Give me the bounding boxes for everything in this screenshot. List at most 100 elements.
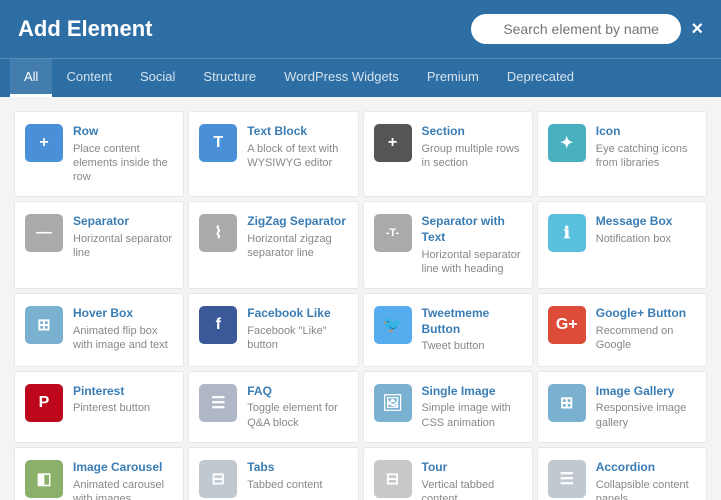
element-text-tweetmeme-button: Tweetmeme Button Tweet button [422, 306, 522, 353]
element-item-google-plus-button[interactable]: G+ Google+ Button Recommend on Google [537, 293, 707, 366]
tab-social[interactable]: Social [126, 59, 189, 97]
element-desc-pinterest: Pinterest button [73, 401, 173, 415]
element-desc-single-image: Simple image with CSS animation [422, 401, 522, 430]
element-name-separator: Separator [73, 214, 173, 230]
element-desc-tabs: Tabbed content [247, 478, 347, 492]
element-desc-facebook-like: Facebook "Like" button [247, 324, 347, 353]
element-name-google-plus-button: Google+ Button [596, 306, 696, 322]
element-icon-section: + [374, 124, 412, 162]
element-icon-facebook-like: f [199, 306, 237, 344]
element-name-tour: Tour [422, 460, 522, 476]
element-desc-zigzag-separator: Horizontal zigzag separator line [247, 232, 347, 261]
element-text-message-box: Message BoxNotification box [596, 214, 696, 246]
element-text-separator: SeparatorHorizontal separator line [73, 214, 173, 260]
tab-all[interactable]: All [10, 59, 52, 97]
element-text-faq: FAQToggle element for Q&A block [247, 384, 347, 430]
element-name-icon: Icon [596, 124, 696, 140]
header-right: 🔍 × [471, 14, 703, 44]
element-item-faq[interactable]: ☰ FAQToggle element for Q&A block [188, 371, 358, 443]
element-icon-faq: ☰ [199, 384, 237, 422]
modal-header: Add Element 🔍 × [0, 0, 721, 58]
element-icon-separator: — [25, 214, 63, 252]
element-item-section[interactable]: +SectionGroup multiple rows in section [363, 111, 533, 197]
element-name-single-image: Single Image [422, 384, 522, 400]
element-desc-icon: Eye catching icons from libraries [596, 142, 696, 171]
tab-premium[interactable]: Premium [413, 59, 493, 97]
element-item-separator-with-text[interactable]: -T- Separator with Text Horizontal separat… [363, 201, 533, 289]
element-text-separator-with-text: Separator with Text Horizontal separator … [422, 214, 522, 276]
elements-grid: + RowPlace content elements inside the ro… [12, 109, 709, 500]
element-text-text-block: Text BlockA block of text with WYSIWYG e… [247, 124, 347, 170]
element-icon-text-block: T [199, 124, 237, 162]
element-item-row[interactable]: + RowPlace content elements inside the ro… [14, 111, 184, 197]
element-text-google-plus-button: Google+ Button Recommend on Google [596, 306, 696, 352]
element-name-image-carousel: Image Carousel [73, 460, 173, 476]
element-icon-hover-box: ⊞ [25, 306, 63, 344]
tab-content[interactable]: Content [52, 59, 126, 97]
element-icon-tabs: ⊟ [199, 460, 237, 498]
tab-structure[interactable]: Structure [189, 59, 270, 97]
element-desc-google-plus-button: Recommend on Google [596, 324, 696, 353]
element-item-message-box[interactable]: ℹMessage BoxNotification box [537, 201, 707, 289]
element-text-row: RowPlace content elements inside the row [73, 124, 173, 184]
element-text-pinterest: PinterestPinterest button [73, 384, 173, 416]
element-text-image-carousel: Image CarouselAnimated carousel with ima… [73, 460, 173, 500]
add-element-modal: Add Element 🔍 × All Content Social Struc… [0, 0, 721, 500]
element-text-zigzag-separator: ZigZag Separator Horizontal zigzag separa… [247, 214, 347, 260]
element-icon-accordion: ☰ [548, 460, 586, 498]
element-icon-single-image: 🖼 [374, 384, 412, 422]
element-item-separator[interactable]: — SeparatorHorizontal separator line [14, 201, 184, 289]
element-name-facebook-like: Facebook Like [247, 306, 347, 322]
element-item-image-carousel[interactable]: ◧ Image CarouselAnimated carousel with im… [14, 447, 184, 500]
element-item-tabs[interactable]: ⊟ Tabs Tabbed content [188, 447, 358, 500]
element-name-tabs: Tabs [247, 460, 347, 476]
element-item-text-block[interactable]: T Text BlockA block of text with WYSIWYG … [188, 111, 358, 197]
element-name-pinterest: Pinterest [73, 384, 173, 400]
element-icon-pinterest: P [25, 384, 63, 422]
element-item-accordion[interactable]: ☰ Accordion Collapsible content panels [537, 447, 707, 500]
element-name-message-box: Message Box [596, 214, 696, 230]
element-name-section: Section [422, 124, 522, 140]
element-item-icon[interactable]: ✦ Icon Eye catching icons from libraries [537, 111, 707, 197]
element-icon-zigzag-separator: ⌇ [199, 214, 237, 252]
element-text-tour: Tour Vertical tabbed content [422, 460, 522, 500]
search-input[interactable] [471, 14, 681, 44]
element-icon-google-plus-button: G+ [548, 306, 586, 344]
search-wrapper: 🔍 [471, 14, 681, 44]
element-icon-image-gallery: ⊞ [548, 384, 586, 422]
element-text-tabs: Tabs Tabbed content [247, 460, 347, 492]
element-icon-separator-with-text: -T- [374, 214, 412, 252]
element-item-hover-box[interactable]: ⊞ Hover Box Animated flip box with image a… [14, 293, 184, 366]
element-desc-text-block: A block of text with WYSIWYG editor [247, 142, 347, 171]
close-button[interactable]: × [691, 18, 703, 41]
element-desc-hover-box: Animated flip box with image and text [73, 324, 173, 353]
element-name-zigzag-separator: ZigZag Separator [247, 214, 347, 230]
element-text-single-image: Single ImageSimple image with CSS animat… [422, 384, 522, 430]
element-name-tweetmeme-button: Tweetmeme Button [422, 306, 522, 337]
modal-title: Add Element [18, 16, 152, 42]
element-desc-tour: Vertical tabbed content [422, 478, 522, 500]
element-item-tweetmeme-button[interactable]: 🐦Tweetmeme ButtonTweet button [363, 293, 533, 366]
element-desc-accordion: Collapsible content panels [596, 478, 696, 500]
element-item-zigzag-separator[interactable]: ⌇ ZigZag Separator Horizontal zigzag separ… [188, 201, 358, 289]
element-item-image-gallery[interactable]: ⊞Image GalleryResponsive image gallery [537, 371, 707, 443]
tab-deprecated[interactable]: Deprecated [493, 59, 588, 97]
element-item-tour[interactable]: ⊟ Tour Vertical tabbed content [363, 447, 533, 500]
element-item-facebook-like[interactable]: f Facebook Like Facebook "Like" button [188, 293, 358, 366]
element-item-pinterest[interactable]: P PinterestPinterest button [14, 371, 184, 443]
element-desc-faq: Toggle element for Q&A block [247, 401, 347, 430]
element-name-accordion: Accordion [596, 460, 696, 476]
element-desc-separator-with-text: Horizontal separator line with heading [422, 248, 522, 277]
element-name-faq: FAQ [247, 384, 347, 400]
element-desc-tweetmeme-button: Tweet button [422, 339, 522, 353]
element-name-separator-with-text: Separator with Text [422, 214, 522, 245]
element-icon-image-carousel: ◧ [25, 460, 63, 498]
element-icon-row: + [25, 124, 63, 162]
tab-wordpress-widgets[interactable]: WordPress Widgets [270, 59, 413, 97]
element-item-single-image[interactable]: 🖼 Single ImageSimple image with CSS anima… [363, 371, 533, 443]
element-icon-tour: ⊟ [374, 460, 412, 498]
element-icon-icon: ✦ [548, 124, 586, 162]
element-desc-row: Place content elements inside the row [73, 142, 173, 185]
element-name-hover-box: Hover Box [73, 306, 173, 322]
element-desc-image-gallery: Responsive image gallery [596, 401, 696, 430]
